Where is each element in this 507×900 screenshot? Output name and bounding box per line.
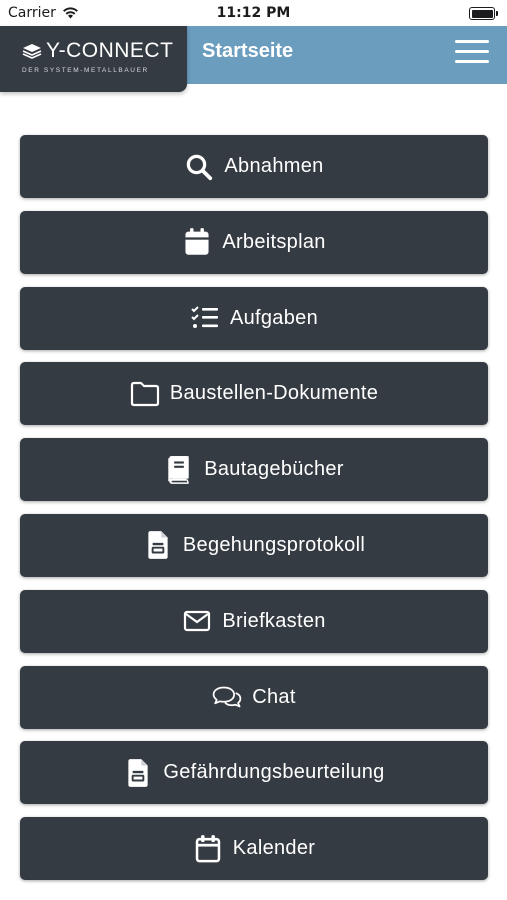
begehungsprotokoll-button[interactable]: Begehungsprotokoll <box>20 513 488 577</box>
folder-icon <box>130 379 160 409</box>
menu-icon-bar <box>455 50 489 53</box>
document-icon <box>123 758 153 788</box>
envelope-icon <box>182 606 212 636</box>
status-time: 11:12 PM <box>216 5 291 21</box>
aufgaben-label: Aufgaben <box>229 306 319 329</box>
logo-icon <box>22 44 42 59</box>
bautagebuecher-button[interactable]: Bautagebücher <box>20 438 488 502</box>
arbeitsplan-label: Arbeitsplan <box>222 230 326 253</box>
chat-label: Chat <box>252 685 296 708</box>
kalender-label: Kalender <box>232 837 316 860</box>
chat-button[interactable]: Chat <box>20 665 488 729</box>
search-icon <box>184 152 214 182</box>
book-icon <box>164 455 194 485</box>
status-bar: Carrier 11:12 PM <box>0 0 507 26</box>
abnahmen-button[interactable]: Abnahmen <box>20 135 488 198</box>
menu-icon <box>455 40 489 43</box>
gefaehrdungsbeurteilung-button[interactable]: Gefährdungsbeurteilung <box>20 741 488 805</box>
briefkasten-button[interactable]: Briefkasten <box>20 589 488 653</box>
logo-wordmark: Y-CONNECT <box>46 39 174 62</box>
menu-icon-bar <box>455 60 489 63</box>
page-title: Startseite <box>202 40 294 62</box>
logo-tagline: DER SYSTEM-METALLBAUER <box>22 67 149 74</box>
chat-icon <box>212 682 242 712</box>
hamburger-menu-button[interactable] <box>453 40 491 70</box>
document-icon <box>143 530 173 560</box>
kalender-button[interactable]: Kalender <box>20 817 488 881</box>
begehungsprotokoll-label: Begehungsprotokoll <box>182 533 366 556</box>
aufgaben-button[interactable]: Aufgaben <box>20 286 488 350</box>
baustellen-dokumente-label: Baustellen-Dokumente <box>169 382 379 405</box>
calendar-outline-icon <box>193 834 223 864</box>
abnahmen-label: Abnahmen <box>224 155 324 177</box>
bautagebuecher-label: Bautagebücher <box>204 458 344 481</box>
baustellen-dokumente-button[interactable]: Baustellen-Dokumente <box>20 362 488 426</box>
gefaehrdungsbeurteilung-label: Gefährdungsbeurteilung <box>163 761 385 784</box>
app-logo: Y-CONNECT DER SYSTEM-METALLBAUER <box>0 26 187 92</box>
calendar-filled-icon <box>182 227 212 257</box>
main-menu: Abnahmen Arbeitsplan Aufgaben Baustellen… <box>20 135 488 893</box>
battery-icon <box>469 7 498 20</box>
task-list-icon <box>190 303 220 333</box>
briefkasten-label: Briefkasten <box>222 609 326 632</box>
arbeitsplan-button[interactable]: Arbeitsplan <box>20 210 488 274</box>
